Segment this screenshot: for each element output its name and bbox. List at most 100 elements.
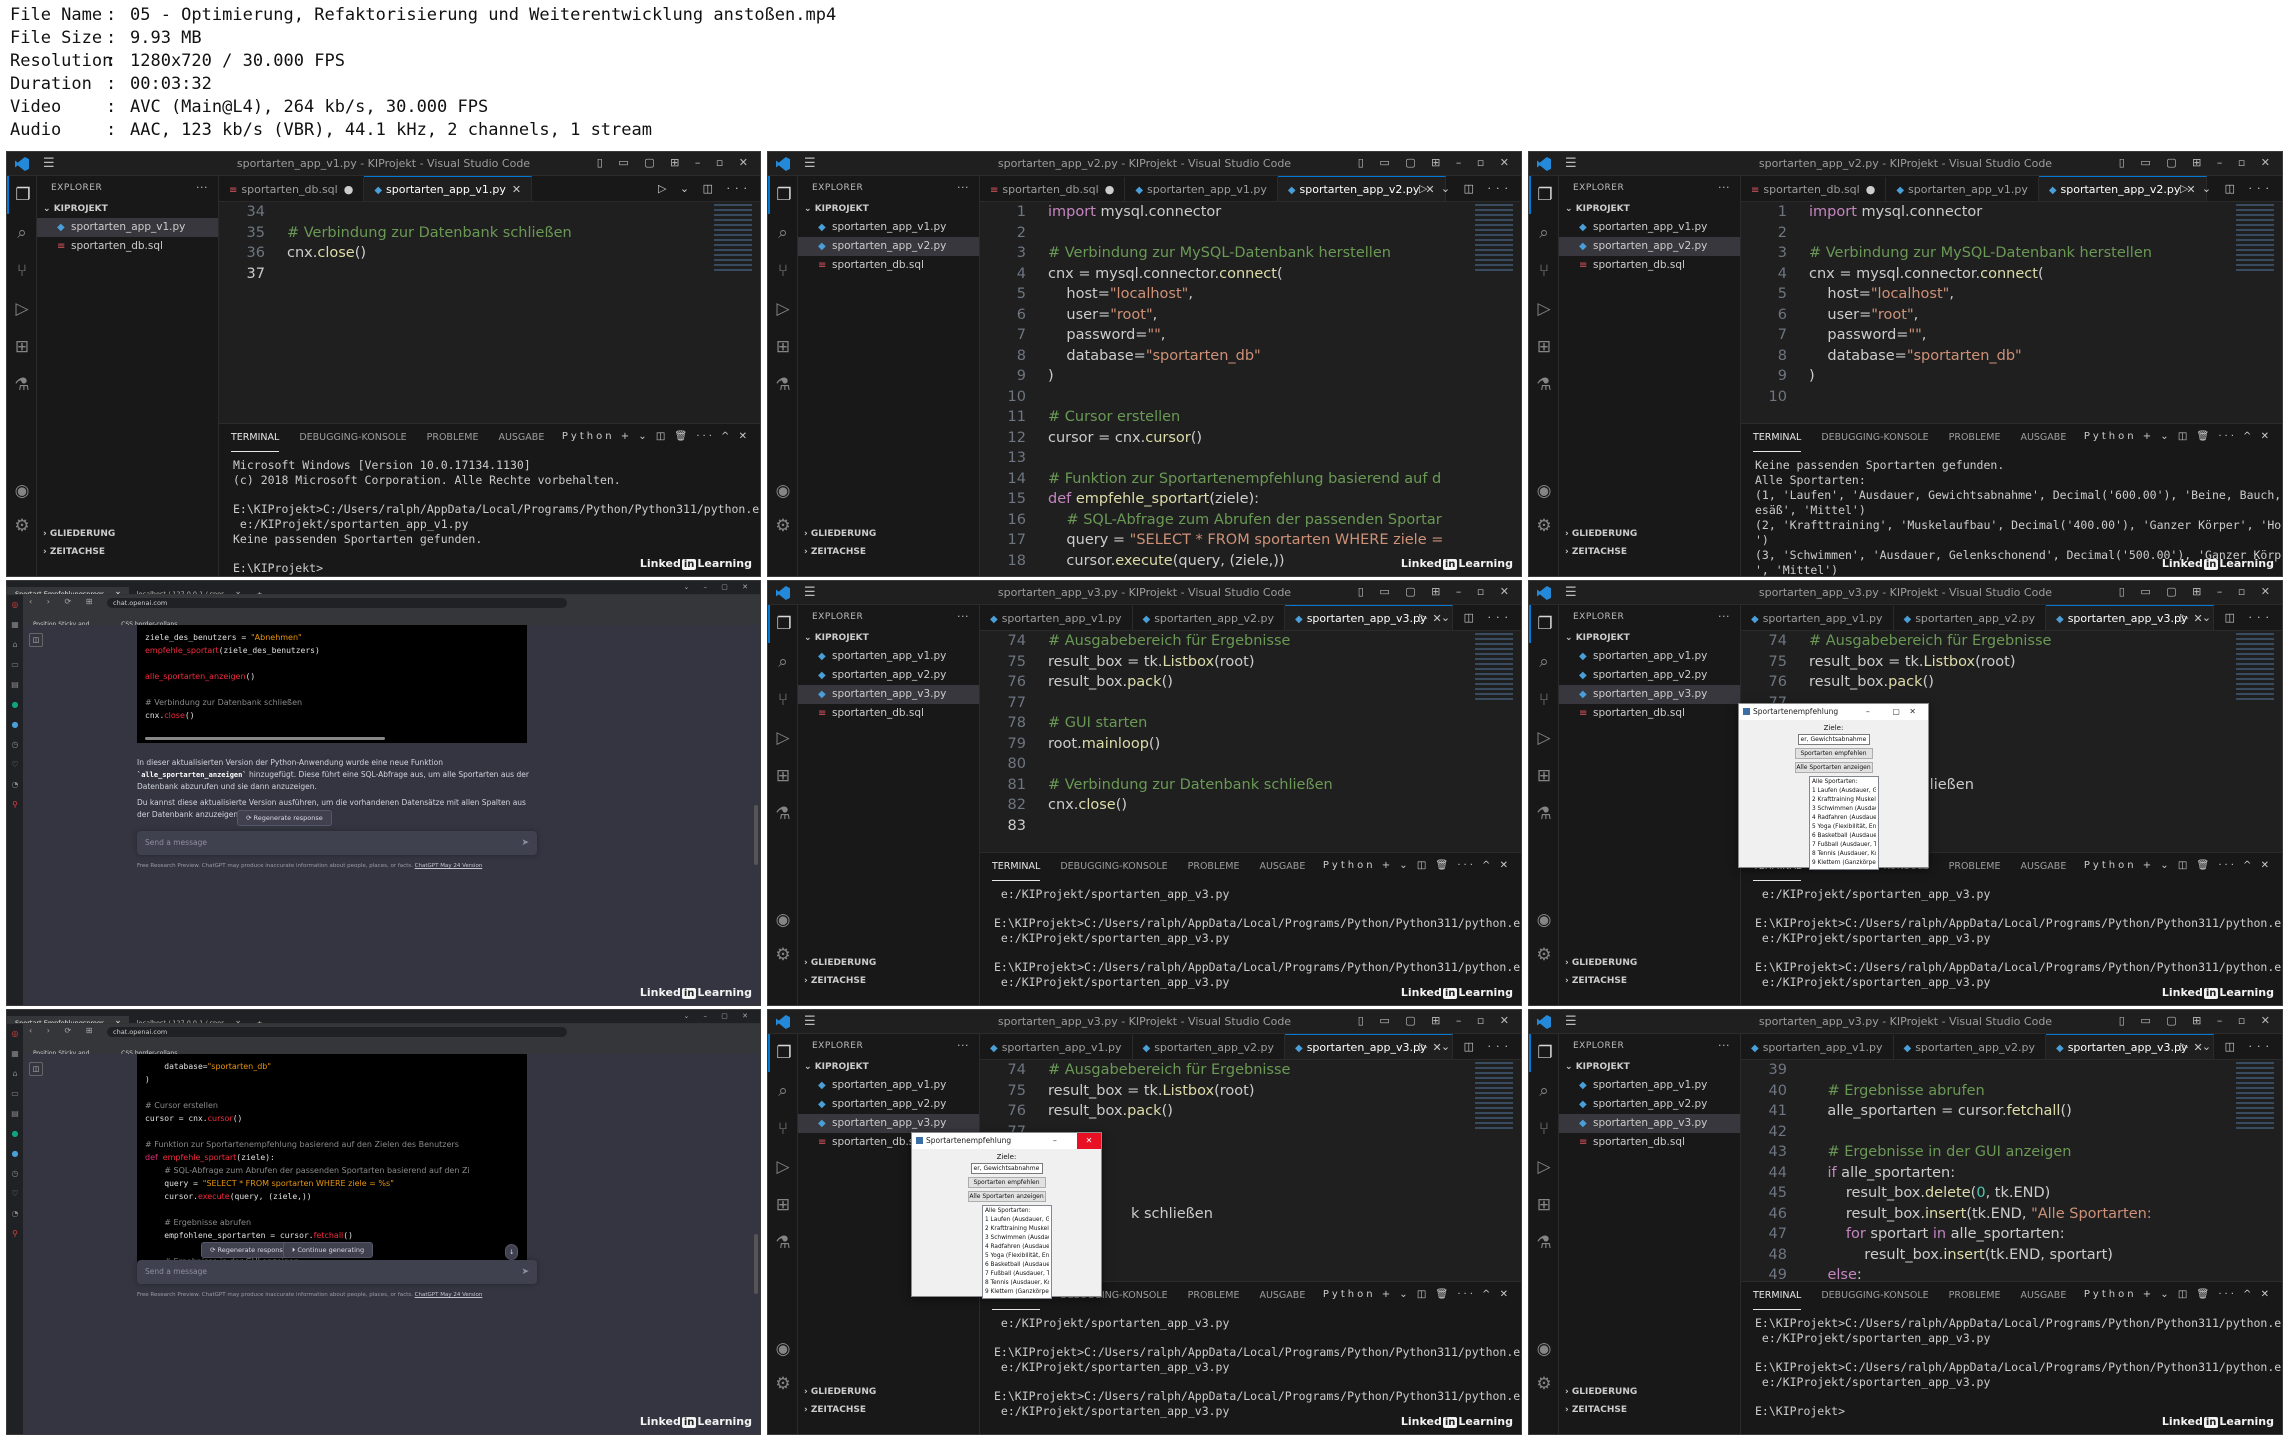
show-all-button[interactable]: Alle Sportarten anzeigen [1794, 762, 1873, 773]
file-item[interactable]: ◆ sportarten_app_v1.py [1559, 1076, 1740, 1095]
file-item[interactable]: ◆ sportarten_app_v2.py [798, 666, 979, 685]
more-actions-icon[interactable]: ··· [1718, 176, 1730, 200]
timeline-section[interactable]: › ZEITACHSE [1565, 543, 1627, 561]
editor-tab[interactable]: ◆ sportarten_app_v1.py [980, 1035, 1133, 1059]
account-icon[interactable]: ◉ [768, 1339, 798, 1359]
browser-tab[interactable]: localhost / 127.0.0.1 / spor... ✕ [129, 1016, 249, 1023]
outline-section[interactable]: › GLIEDERUNG [1565, 525, 1637, 543]
navigation-icons[interactable]: ‹ › ⟳ ⊞ [29, 1026, 98, 1035]
testing-icon[interactable]: ⚗ [7, 366, 37, 404]
terminal-tools[interactable]: Python + ⌄ ◫ 🗑 ··· ^ ✕ [1323, 1289, 1511, 1300]
file-item[interactable]: ◆ sportarten_app_v1.py [798, 218, 979, 237]
close-button[interactable]: ✕ [1077, 1133, 1101, 1149]
run-file-button[interactable]: ▷ ⌄ ◫ ··· [2180, 1040, 2274, 1053]
testing-icon[interactable]: ⚗ [768, 1224, 798, 1262]
file-item[interactable]: ≡ sportarten_db.sql [798, 256, 979, 275]
testing-icon[interactable]: ⚗ [768, 366, 798, 404]
page-scrollbar[interactable] [754, 1234, 758, 1294]
file-item[interactable]: ◆ sportarten_app_v2.py [1559, 237, 1740, 256]
account-icon[interactable]: ◉ [1529, 910, 1559, 930]
url-field[interactable]: chat.openai.com [107, 598, 567, 608]
opera-logo-icon[interactable]: ◎ [7, 1024, 23, 1044]
file-item[interactable]: ◆ sportarten_app_v1.py [1559, 218, 1740, 237]
sidebar-toggle-icon[interactable]: ◫ [29, 1062, 43, 1076]
panel-tab-terminal[interactable]: TERMINAL [992, 854, 1041, 881]
heart-icon[interactable]: ♡ [7, 1184, 23, 1204]
testing-icon[interactable]: ⚗ [768, 795, 798, 833]
window-controls[interactable]: ⌄ – ▢ ✕ [683, 583, 754, 591]
run-debug-icon[interactable]: ▷ [7, 290, 37, 328]
file-item[interactable]: ◆ sportarten_app_v1.py [37, 218, 218, 237]
continue-generating-button[interactable]: ⏵ Continue generating [283, 1242, 374, 1258]
timeline-section[interactable]: › ZEITACHSE [43, 543, 105, 561]
window-controls[interactable]: ▯ ▭ ▢ ⊞ – ▫ ✕ [1358, 585, 1515, 598]
hamburger-menu-icon[interactable]: ☰ [1565, 1014, 1577, 1029]
panel-tab-ausgabe[interactable]: AUSGABE [2020, 1282, 2066, 1310]
panel-tab-debugging-konsole[interactable]: DEBUGGING-KONSOLE [299, 424, 406, 452]
minimap[interactable] [1475, 204, 1513, 274]
ziele-input[interactable]: er, Gewichtsabnahme [1797, 734, 1870, 745]
explorer-icon[interactable]: ❐ [1529, 1034, 1559, 1072]
run-debug-icon[interactable]: ▷ [768, 290, 798, 328]
gear-icon[interactable]: ⚙ [768, 1374, 798, 1394]
source-control-icon[interactable]: ⑂ [7, 252, 37, 290]
news-icon[interactable]: ▤ [7, 675, 23, 695]
bookmark-icon[interactable]: ▭ [7, 655, 23, 675]
regenerate-button[interactable]: ⟳ Regenerate response [237, 810, 332, 826]
terminal-tools[interactable]: Python + ⌄ ◫ 🗑 ··· ^ ✕ [562, 431, 750, 442]
window-controls[interactable]: ▯ ▭ ▢ ⊞ – ▫ ✕ [2119, 1014, 2276, 1027]
panel-tab-probleme[interactable]: PROBLEME [1949, 1282, 2001, 1310]
close-icon[interactable]: ✕ [512, 183, 521, 196]
message-input[interactable]: Send a message ➤ [137, 831, 537, 855]
editor-tab[interactable]: ≡ sportarten_db.sql ● [219, 177, 365, 201]
browser-tab[interactable]: Sportart Empfehlungsprogr... ✕ [7, 1016, 129, 1023]
file-item[interactable]: ≡ sportarten_db.sql [37, 237, 218, 256]
panel-tab-probleme[interactable]: PROBLEME [1949, 424, 2001, 452]
source-control-icon[interactable]: ⑂ [1529, 252, 1559, 290]
editor-tab[interactable]: ◆ sportarten_app_v2.py [1894, 606, 2046, 630]
editor-tab[interactable]: ≡ sportarten_db.sql ● [1741, 177, 1887, 201]
editor-tab[interactable]: ◆ sportarten_app_v1.py ✕ [364, 176, 533, 201]
window-controls[interactable]: ▯ ▭ ▢ ⊞ – ▫ ✕ [597, 156, 754, 169]
run-file-button[interactable]: ▷ ⌄ ◫ ··· [2180, 182, 2274, 195]
gear-icon[interactable]: ⚙ [1529, 945, 1559, 965]
panel-tab-ausgabe[interactable]: AUSGABE [2020, 853, 2066, 881]
pin-icon[interactable]: ⚲ [7, 795, 23, 815]
code-scrollbar[interactable] [145, 737, 385, 740]
hamburger-menu-icon[interactable]: ☰ [804, 585, 816, 600]
heart-icon[interactable]: ♡ [7, 755, 23, 775]
version-link[interactable]: ChatGPT May 24 Version [415, 1292, 483, 1298]
sidebar-toggle-icon[interactable]: ◫ [29, 633, 43, 647]
version-link[interactable]: ChatGPT May 24 Version [415, 863, 483, 869]
extensions-icon[interactable]: ⊞ [1529, 1186, 1559, 1224]
run-file-button[interactable]: ▷ ⌄ ◫ ··· [658, 182, 752, 195]
panel-tab-terminal[interactable]: TERMINAL [1753, 1283, 1802, 1310]
more-actions-icon[interactable]: ··· [1718, 605, 1730, 629]
regenerate-button[interactable]: ⟳ Regenerate response [201, 1242, 296, 1258]
panel-tab-ausgabe[interactable]: AUSGABE [2020, 424, 2066, 452]
search-icon[interactable]: ⌕ [1529, 1072, 1559, 1110]
opera-logo-icon[interactable]: ◎ [7, 595, 23, 615]
source-control-icon[interactable]: ⑂ [768, 1110, 798, 1148]
editor-tab[interactable]: ◆ sportarten_app_v1.py [1741, 606, 1894, 630]
file-item[interactable]: ◆ sportarten_app_v2.py [798, 237, 979, 256]
show-all-button[interactable]: Alle Sportarten anzeigen [967, 1191, 1046, 1202]
ziele-input[interactable]: er, Gewichtsabnahme [970, 1163, 1043, 1174]
run-debug-icon[interactable]: ▷ [1529, 290, 1559, 328]
project-folder[interactable]: ⌄ KIPROJEKT [37, 200, 218, 218]
apps-icon[interactable]: ▦ [7, 1044, 23, 1064]
minimap[interactable] [2236, 204, 2274, 274]
run-file-button[interactable]: ▷ ⌄ ◫ ··· [1419, 611, 1513, 624]
terminal-tools[interactable]: Python + ⌄ ◫ 🗑 ··· ^ ✕ [2084, 1289, 2272, 1300]
run-debug-icon[interactable]: ▷ [1529, 719, 1559, 757]
run-file-button[interactable]: ▷ ⌄ ◫ ··· [1419, 182, 1513, 195]
explorer-icon[interactable]: ❐ [1529, 176, 1559, 214]
search-icon[interactable]: ⌕ [768, 643, 798, 681]
account-icon[interactable]: ◉ [7, 481, 37, 501]
scroll-down-icon[interactable]: ↓ [505, 1244, 519, 1260]
editor-tab[interactable]: ◆ sportarten_app_v1.py [980, 606, 1133, 630]
hamburger-menu-icon[interactable]: ☰ [804, 156, 816, 171]
tk-window-controls[interactable]: – ▢ [1866, 704, 1910, 720]
window-controls[interactable]: ▯ ▭ ▢ ⊞ – ▫ ✕ [2119, 156, 2276, 169]
account-icon[interactable]: ◉ [768, 910, 798, 930]
